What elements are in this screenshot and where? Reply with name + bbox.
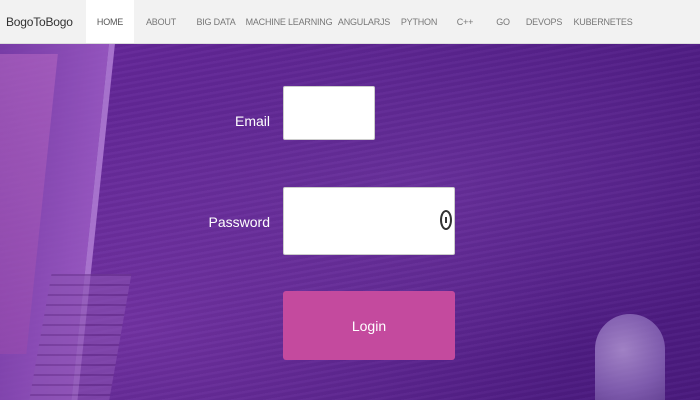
email-field[interactable] [283,86,375,140]
nav-item-about[interactable]: ABOUT [134,0,188,43]
password-field[interactable] [283,187,455,255]
nav-item-home[interactable]: HOME [86,0,134,43]
nav-item-devops[interactable]: DEVOPS [520,0,568,43]
email-label: Email [234,113,270,129]
nav-item-angularjs[interactable]: ANGULARJS [334,0,394,43]
nav-item-python[interactable]: PYTHON [394,0,444,43]
login-button[interactable]: Login [283,291,455,360]
brand-logo[interactable]: BogoToBogo [0,15,86,29]
cup-image [595,314,665,400]
nav-item-big-data[interactable]: BIG DATA [188,0,244,43]
nav-item-kubernetes[interactable]: KUBERNETES [568,0,638,43]
nav-menu: HOME ABOUT BIG DATA MACHINE LEARNING ANG… [86,0,638,43]
nav-item-machine-learning[interactable]: MACHINE LEARNING [244,0,334,43]
password-label: Password [208,214,270,230]
nav-item-go[interactable]: GO [486,0,520,43]
nav-item-cpp[interactable]: C++ [444,0,486,43]
top-navbar: BogoToBogo HOME ABOUT BIG DATA MACHINE L… [0,0,700,44]
eye-icon[interactable] [440,210,452,230]
